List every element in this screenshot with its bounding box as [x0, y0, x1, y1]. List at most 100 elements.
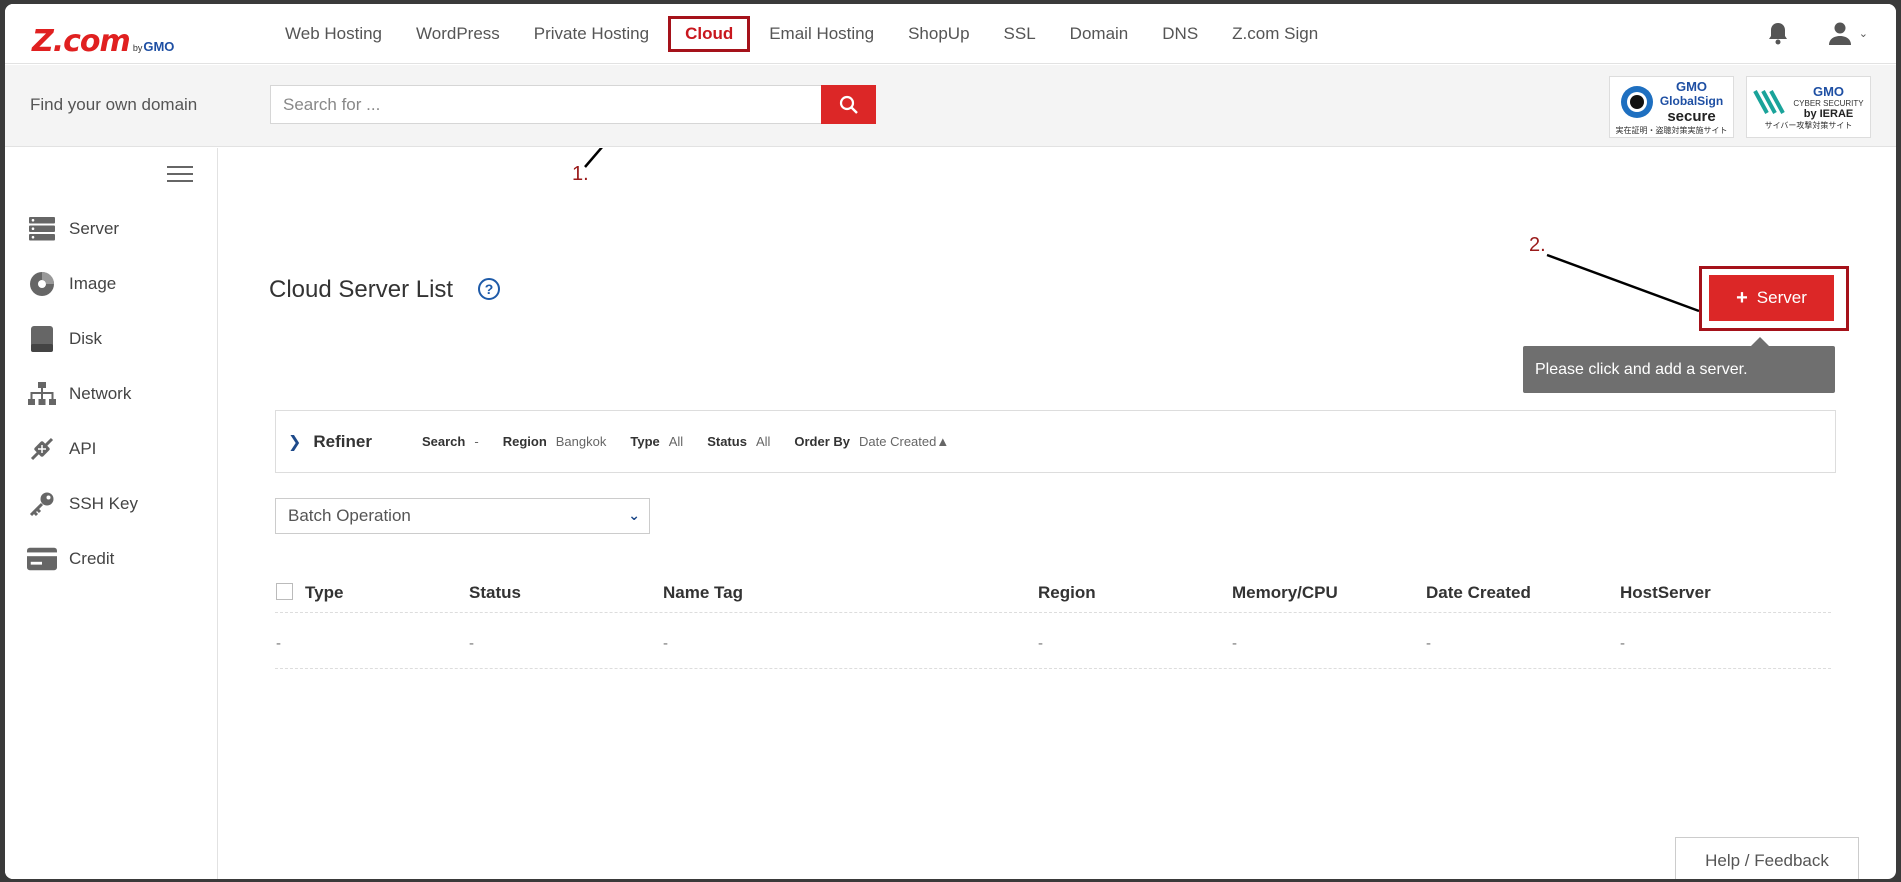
chevron-down-icon: ⌄ [628, 507, 640, 523]
col-type[interactable]: Type [305, 583, 343, 603]
cell-name-tag: - [663, 635, 668, 652]
page-title: Cloud Server List [269, 276, 454, 303]
refiner-status-key: Status [707, 434, 747, 449]
help-icon[interactable]: ? [478, 278, 500, 300]
cell-hostserver: - [1620, 635, 1625, 652]
ierae-badge[interactable]: GMO CYBER SECURITY by IERAE サイバー攻撃対策サイト [1746, 76, 1871, 138]
logo-by: by [132, 43, 143, 53]
credit-card-icon [27, 544, 57, 574]
col-name-tag[interactable]: Name Tag [663, 583, 743, 603]
nav-ssl[interactable]: SSL [987, 16, 1053, 52]
hamburger-menu-icon[interactable] [167, 166, 193, 184]
add-server-label: Server [1756, 288, 1807, 307]
nav-email-hosting[interactable]: Email Hosting [752, 16, 891, 52]
sidebar-item-label: Image [69, 274, 117, 293]
globalsign-badge[interactable]: GMO GlobalSign secure 実在証明・盗聴対策実施サイト [1609, 76, 1734, 138]
sidebar-item-disk[interactable]: Disk [27, 322, 102, 356]
nav-wordpress[interactable]: WordPress [399, 16, 517, 52]
select-all-checkbox[interactable] [276, 583, 293, 600]
col-hostserver[interactable]: HostServer [1620, 583, 1711, 603]
sidebar-item-image[interactable]: Image [27, 267, 116, 301]
search-button[interactable] [821, 85, 876, 124]
nav-private-hosting[interactable]: Private Hosting [517, 16, 666, 52]
ierae-line2: by IERAE [1803, 107, 1854, 120]
cell-date-created: - [1426, 635, 1431, 652]
user-icon [1825, 18, 1855, 48]
refiner-toggle[interactable]: Refiner [313, 432, 372, 452]
disk-icon [27, 324, 57, 354]
network-icon [27, 379, 57, 409]
batch-operation-select[interactable]: Batch Operation ⌄ [275, 498, 650, 534]
chevron-right-icon[interactable]: ❯ [288, 432, 301, 452]
nav-web-hosting[interactable]: Web Hosting [268, 16, 399, 52]
sidebar-item-label: Credit [69, 549, 115, 568]
app-window: Z.com by GMO Web Hosting WordPress Priva… [5, 4, 1896, 879]
globalsign-line2: secure [1667, 107, 1716, 125]
key-icon [27, 489, 57, 519]
server-icon [27, 214, 57, 244]
add-server-tooltip: Please click and add a server. [1523, 346, 1835, 393]
refiner-type-key: Type [630, 434, 660, 449]
table-row: - - - - - - - [275, 613, 1831, 669]
col-region[interactable]: Region [1038, 583, 1096, 603]
refiner-region-value: Bangkok [555, 434, 607, 449]
user-menu[interactable]: ⌄ [1825, 18, 1868, 48]
refiner-search-value: - [474, 434, 479, 449]
sidebar-item-label: SSH Key [69, 494, 138, 513]
refiner-type-value: All [668, 434, 684, 449]
domain-search-input[interactable] [270, 85, 822, 124]
tooltip-arrow [1751, 337, 1769, 346]
sidebar-item-label: API [69, 439, 97, 458]
refiner-order-key: Order By [794, 434, 851, 449]
cell-memory-cpu: - [1232, 635, 1237, 652]
globalsign-line1: GlobalSign [1659, 93, 1724, 108]
batch-operation-label: Batch Operation [288, 506, 411, 525]
sidebar-item-api[interactable]: API [27, 432, 96, 466]
globalsign-brand: GMO [1675, 78, 1708, 94]
nav-zcom-sign[interactable]: Z.com Sign [1215, 16, 1335, 52]
main-content: 1. 2. Cloud Server List ? + Server Pleas… [219, 148, 1896, 879]
sidebar-item-ssh-key[interactable]: SSH Key [27, 487, 138, 521]
ierae-brand: GMO [1812, 83, 1845, 99]
sidebar-item-network[interactable]: Network [27, 377, 131, 411]
refiner-search-key: Search [421, 434, 466, 449]
annotation-step-2: 2. [1529, 234, 1546, 256]
sidebar-item-credit[interactable]: Credit [27, 542, 114, 576]
ierae-logo-icon [1753, 89, 1786, 114]
globalsign-small: 実在証明・盗聴対策実施サイト [1615, 125, 1728, 135]
image-icon [27, 269, 57, 299]
nav-shopup[interactable]: ShopUp [891, 16, 986, 52]
logo-main: Z.com [32, 24, 131, 59]
sidebar-item-server[interactable]: Server [27, 212, 119, 246]
nav-cloud[interactable]: Cloud [668, 16, 751, 52]
refiner-region-key: Region [502, 434, 547, 449]
refiner-status-value: All [755, 434, 771, 449]
refiner-panel: ❯ Refiner Search - Region Bangkok Type A… [275, 410, 1836, 473]
main-nav: Web Hosting WordPress Private Hosting Cl… [268, 4, 1335, 64]
col-status[interactable]: Status [469, 583, 521, 603]
ierae-small: サイバー攻撃対策サイト [1764, 120, 1853, 130]
nav-dns[interactable]: DNS [1145, 16, 1215, 52]
zcom-logo[interactable]: Z.com by GMO [32, 24, 175, 59]
top-navigation: Z.com by GMO Web Hosting WordPress Priva… [5, 4, 1896, 64]
help-feedback-button[interactable]: Help / Feedback [1675, 837, 1859, 879]
search-icon [839, 95, 858, 114]
header-icons: ⌄ [1763, 18, 1868, 48]
cell-status: - [469, 635, 474, 652]
cell-type: - [276, 635, 281, 652]
bell-icon[interactable] [1763, 18, 1793, 48]
api-icon [27, 434, 57, 464]
ierae-line1: CYBER SECURITY [1793, 98, 1864, 108]
col-date-created[interactable]: Date Created [1426, 583, 1531, 603]
add-server-button[interactable]: + Server [1709, 275, 1834, 321]
logo-gmo: GMO [143, 39, 175, 54]
eye-seal-icon [1620, 85, 1653, 118]
col-memory-cpu[interactable]: Memory/CPU [1232, 583, 1338, 603]
chevron-down-icon: ⌄ [1858, 27, 1868, 40]
table-header: Type Status Name Tag Region Memory/CPU D… [275, 569, 1831, 613]
nav-domain[interactable]: Domain [1053, 16, 1146, 52]
refiner-order-value: Date Created▲ [859, 434, 950, 449]
annotation-step-1: 1. [572, 163, 589, 185]
plus-icon: + [1736, 286, 1748, 309]
sidebar-item-label: Disk [69, 329, 103, 348]
